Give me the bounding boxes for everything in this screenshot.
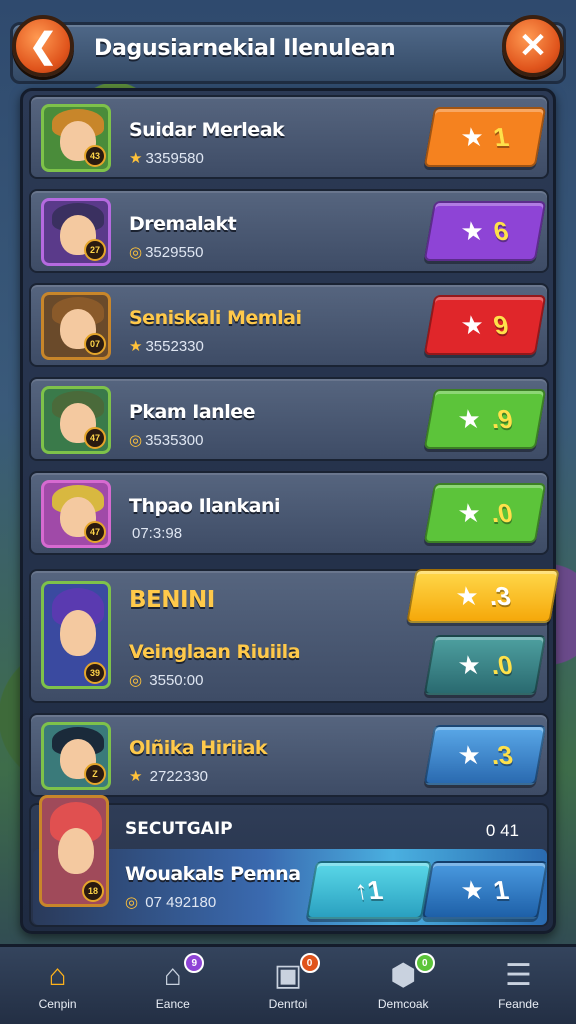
nav-label: Feande	[498, 996, 539, 1011]
current-player-score: ◎ 07 492180	[125, 894, 217, 911]
leaderboard-row[interactable]: Z Olñika Hiriiak ★ 2722330 ★ .3	[29, 713, 549, 797]
nav-label: Demcoak	[377, 996, 429, 1011]
chest-icon: ▣	[273, 958, 303, 992]
house-icon: ⌂	[163, 958, 182, 992]
rank-badge[interactable]: ★ 1	[423, 107, 547, 167]
featured-badge-top[interactable]: ★ .3	[406, 569, 560, 623]
back-button[interactable]: ❮	[12, 15, 74, 77]
rank-badge[interactable]: ★ .0	[423, 483, 547, 543]
player-avatar: 47	[41, 386, 111, 454]
player-name: Pkam Ianlee	[129, 401, 256, 423]
nav-label: Cenpin	[38, 996, 77, 1011]
star-icon: ★	[458, 215, 487, 246]
header-bar: ❮ Dagusiarnekial Ilenulean ✕	[0, 0, 576, 92]
close-icon: ✕	[518, 27, 548, 65]
coin-icon: ◎	[129, 672, 143, 689]
star-icon: ★	[458, 874, 487, 905]
menu-icon: ☰	[504, 958, 532, 992]
featured-avatar: 39	[41, 581, 111, 689]
star-icon: ★	[454, 497, 484, 528]
player-score: ★ 3552330	[129, 338, 204, 355]
avatar-level-badge: Z	[84, 763, 106, 785]
bottom-nav: ⌂ Cenpin ⌂ Eance 9 ▣ Denrtoi 0 ⬢ Demcoak 0 ☰ Feande	[0, 944, 576, 1024]
player-avatar: Z	[41, 722, 111, 790]
avatar-level-badge: 43	[84, 145, 106, 167]
nav-item-denrtoi[interactable]: ▣ Denrtoi 0	[230, 947, 345, 1024]
star-icon: ★	[129, 768, 143, 785]
avatar-level-badge: 47	[84, 521, 106, 543]
notification-badge: 0	[299, 953, 320, 973]
player-avatar: 07	[41, 292, 111, 360]
star-icon: ★	[454, 649, 484, 680]
current-rank-badge[interactable]: ★ 1	[421, 861, 549, 919]
player-score: 07:3:98	[132, 525, 183, 542]
avatar-level-badge: 27	[84, 239, 106, 261]
leaderboard-panel: 43 Suidar Merleak ★ 3359580 ★ 1 27 Dremalakt ◎ 35…	[20, 88, 560, 934]
player-avatar: 27	[41, 198, 111, 266]
player-avatar: 47	[41, 480, 111, 548]
featured-score: ◎ 3550:00	[129, 672, 204, 689]
rank-badge[interactable]: ★ 6	[423, 201, 547, 261]
featured-tag: BENINI	[129, 587, 215, 613]
nav-item-feande[interactable]: ☰ Feande	[461, 947, 576, 1024]
player-name: Dremalakt	[129, 213, 237, 235]
leaderboard-row[interactable]: 27 Dremalakt ◎ 3529550 ★ 6	[29, 189, 549, 273]
nav-item-cenpin[interactable]: ⌂ Cenpin	[0, 947, 115, 1024]
star-icon: ★	[454, 403, 484, 434]
nav-item-demcoak[interactable]: ⬢ Demcoak 0	[346, 947, 461, 1024]
star-icon: ◎	[129, 432, 143, 449]
featured-row[interactable]: 39 BENINI Veinglaan Riuiila ◎ 3550:00 ★.…	[29, 569, 560, 703]
star-icon: ★	[129, 338, 143, 355]
player-score: ★ 2722330	[129, 768, 209, 785]
coin-icon: ◎	[125, 894, 139, 911]
section-value: 0 41	[485, 821, 519, 840]
rank-badge[interactable]: ★ .3	[423, 725, 547, 785]
box-icon: ⬢	[390, 958, 417, 992]
star-icon: ★	[458, 121, 487, 152]
current-player-avatar: 18	[39, 795, 109, 907]
back-arrow-icon: ❮	[28, 27, 58, 65]
star-icon: ★	[452, 580, 482, 611]
star-icon: ★	[458, 309, 487, 340]
avatar-level-badge: 07	[84, 333, 106, 355]
avatar-level-badge: 18	[82, 880, 104, 902]
page-title: Dagusiarnekial Ilenulean	[94, 36, 396, 61]
player-score: ★ 3359580	[129, 150, 204, 167]
player-name: Olñika Hiriiak	[129, 737, 268, 759]
star-icon: ★	[129, 150, 143, 167]
rank-badge[interactable]: ★ 9	[423, 295, 547, 355]
player-avatar: 43	[41, 104, 111, 172]
featured-badge-bottom[interactable]: ★ .0	[423, 635, 547, 695]
leaderboard-row[interactable]: 07 Seniskali Memlai ★ 3552330 ★ 9	[29, 283, 549, 367]
star-icon: ◎	[129, 244, 143, 261]
player-name: Thpao Ilankani	[129, 495, 281, 517]
avatar-level-badge: 39	[84, 662, 106, 684]
notification-badge: 0	[414, 953, 435, 973]
player-name: Seniskali Memlai	[129, 307, 302, 329]
current-player-section: SECUTGAIP 0 41 Wouakals Pemna ◎ 07 49218…	[29, 795, 549, 927]
nav-label: Eance	[155, 996, 190, 1011]
notification-badge: 9	[184, 953, 205, 973]
star-icon: ★	[454, 739, 484, 770]
leaderboard-row[interactable]: 47 Pkam Ianlee ◎ 3535300 ★ .9	[29, 377, 549, 461]
nav-label: Denrtoi	[268, 996, 308, 1011]
home-icon: ⌂	[48, 958, 67, 992]
section-label: SECUTGAIP	[125, 819, 233, 839]
player-score: ◎ 3535300	[129, 432, 204, 449]
leaderboard-row[interactable]: 47 Thpao Ilankani 07:3:98 ★ .0	[29, 471, 549, 555]
nav-item-eance[interactable]: ⌂ Eance 9	[115, 947, 230, 1024]
featured-name: Veinglaan Riuiila	[129, 641, 301, 663]
player-name: Suidar Merleak	[129, 119, 285, 141]
current-player-name: Wouakals Pemna	[125, 863, 301, 885]
close-button[interactable]: ✕	[502, 15, 564, 77]
player-score: ◎ 3529550	[129, 244, 204, 261]
rank-badge[interactable]: ★ .9	[423, 389, 547, 449]
rank-change-badge[interactable]: ↑1	[305, 861, 433, 919]
avatar-level-badge: 47	[84, 427, 106, 449]
leaderboard-row[interactable]: 43 Suidar Merleak ★ 3359580 ★ 1	[29, 95, 549, 179]
